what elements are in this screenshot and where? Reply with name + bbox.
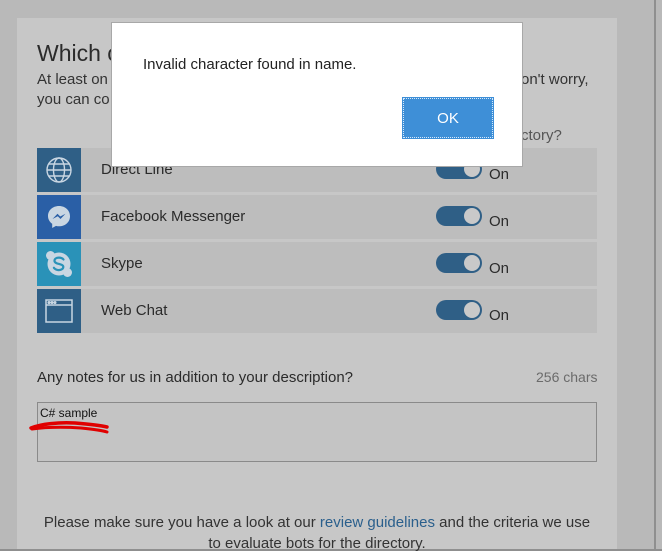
footer-text: Please make sure you have a look at our [43,514,320,531]
toggle-state-label: On [489,213,510,230]
notes-value: C# sample [40,406,98,420]
toggle-state-label: On [489,260,510,277]
toggle-state-label: On [489,166,510,183]
messenger-icon [37,195,81,239]
channel-name: Web Chat [101,302,168,319]
channel-name: Skype [101,255,143,272]
globe-icon [37,148,81,192]
notes-label: Any notes for us in addition to your des… [37,369,354,386]
directory-question: ctory? [521,127,562,144]
intro-text-right: on't worry, [521,71,589,88]
channel-row-skype: Skype On [37,242,597,286]
intro-text-line2: you can co [37,91,110,108]
toggle-knob [464,208,480,224]
red-annotation-underline [29,421,109,434]
toggle-knob [464,302,480,318]
footer-text-line1: Please make sure you have a look at our … [0,514,634,531]
footer-text: and the criteria we use [434,514,591,531]
dialog-message: Invalid character found in name. [143,56,357,73]
toggle-state-label: On [489,307,510,324]
footer-text-line2: to evaluate bots for the directory. [208,535,426,551]
notes-textarea[interactable]: C# sample [37,402,597,462]
intro-text-line1: At least on [37,71,108,88]
review-guidelines-link[interactable]: review guidelines [320,514,435,531]
channel-row-web-chat: Web Chat On [37,289,597,333]
char-count: 256 chars [536,369,598,385]
channel-toggle-facebook-messenger[interactable] [436,206,482,226]
channel-toggle-skype[interactable] [436,253,482,273]
page-heading: Which c [37,40,119,66]
window-border-right [654,0,656,551]
toggle-knob [464,255,480,271]
channel-row-facebook-messenger: Facebook Messenger On [37,195,597,239]
ok-button[interactable]: OK [402,97,494,139]
skype-icon [37,242,81,286]
alert-dialog: Invalid character found in name. OK [111,22,523,167]
webchat-icon [37,289,81,333]
channel-toggle-web-chat[interactable] [436,300,482,320]
channel-name: Facebook Messenger [101,208,246,225]
